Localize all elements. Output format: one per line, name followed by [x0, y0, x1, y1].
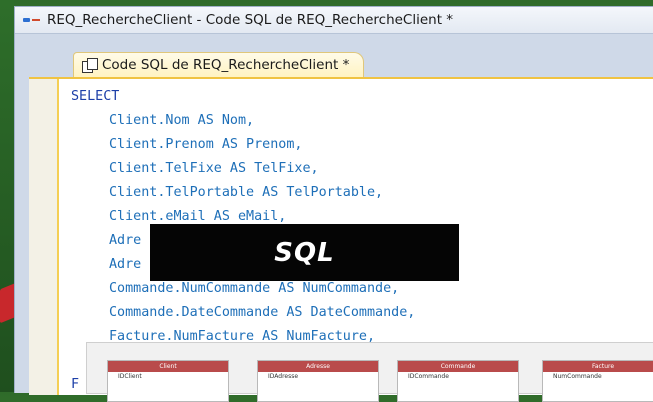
table-name: Adresse — [258, 361, 378, 372]
editor-window: REQ_RechercheClient - Code SQL de REQ_Re… — [14, 6, 653, 395]
editor-gutter — [29, 79, 59, 395]
code-line: Commande.DateCommande AS DateCommande, — [109, 305, 416, 320]
desktop-background — [0, 0, 14, 392]
query-diagram-thumbnail: Client IDClient Adresse IDAdresse Comman… — [86, 342, 653, 402]
code-line: Client.TelFixe AS TelFixe, — [109, 161, 319, 176]
table-name: Client — [108, 361, 228, 372]
sql-title-overlay: SQL — [150, 224, 459, 281]
document-icon — [82, 58, 98, 73]
table-name: Facture — [543, 361, 653, 372]
diagram-table: Facture NumCommande — [542, 360, 653, 402]
diagram-table: Commande IDCommande — [397, 360, 519, 402]
sql-overlay-label: SQL — [274, 237, 335, 268]
table-field: IDCommande — [408, 373, 449, 380]
table-name: Commande — [398, 361, 518, 372]
table-field: IDAdresse — [268, 373, 299, 380]
code-line-select: SELECT — [71, 89, 120, 104]
table-field: NumCommande — [553, 373, 602, 380]
diagram-table: Client IDClient — [107, 360, 229, 402]
tab-sql-code[interactable]: Code SQL de REQ_RechercheClient * — [73, 52, 365, 77]
code-line: Client.TelPortable AS TelPortable, — [109, 185, 384, 200]
window-titlebar[interactable]: REQ_RechercheClient - Code SQL de REQ_Re… — [15, 7, 653, 34]
table-field: IDClient — [118, 373, 142, 380]
tab-label: Code SQL de REQ_RechercheClient * — [102, 57, 350, 73]
window-title: REQ_RechercheClient - Code SQL de REQ_Re… — [47, 12, 454, 28]
code-line: Client.Nom AS Nom, — [109, 113, 255, 128]
code-line: Client.Prenom AS Prenom, — [109, 137, 303, 152]
query-icon — [23, 14, 41, 26]
diagram-table: Adresse IDAdresse — [257, 360, 379, 402]
tab-strip: Code SQL de REQ_RechercheClient * — [73, 52, 365, 77]
